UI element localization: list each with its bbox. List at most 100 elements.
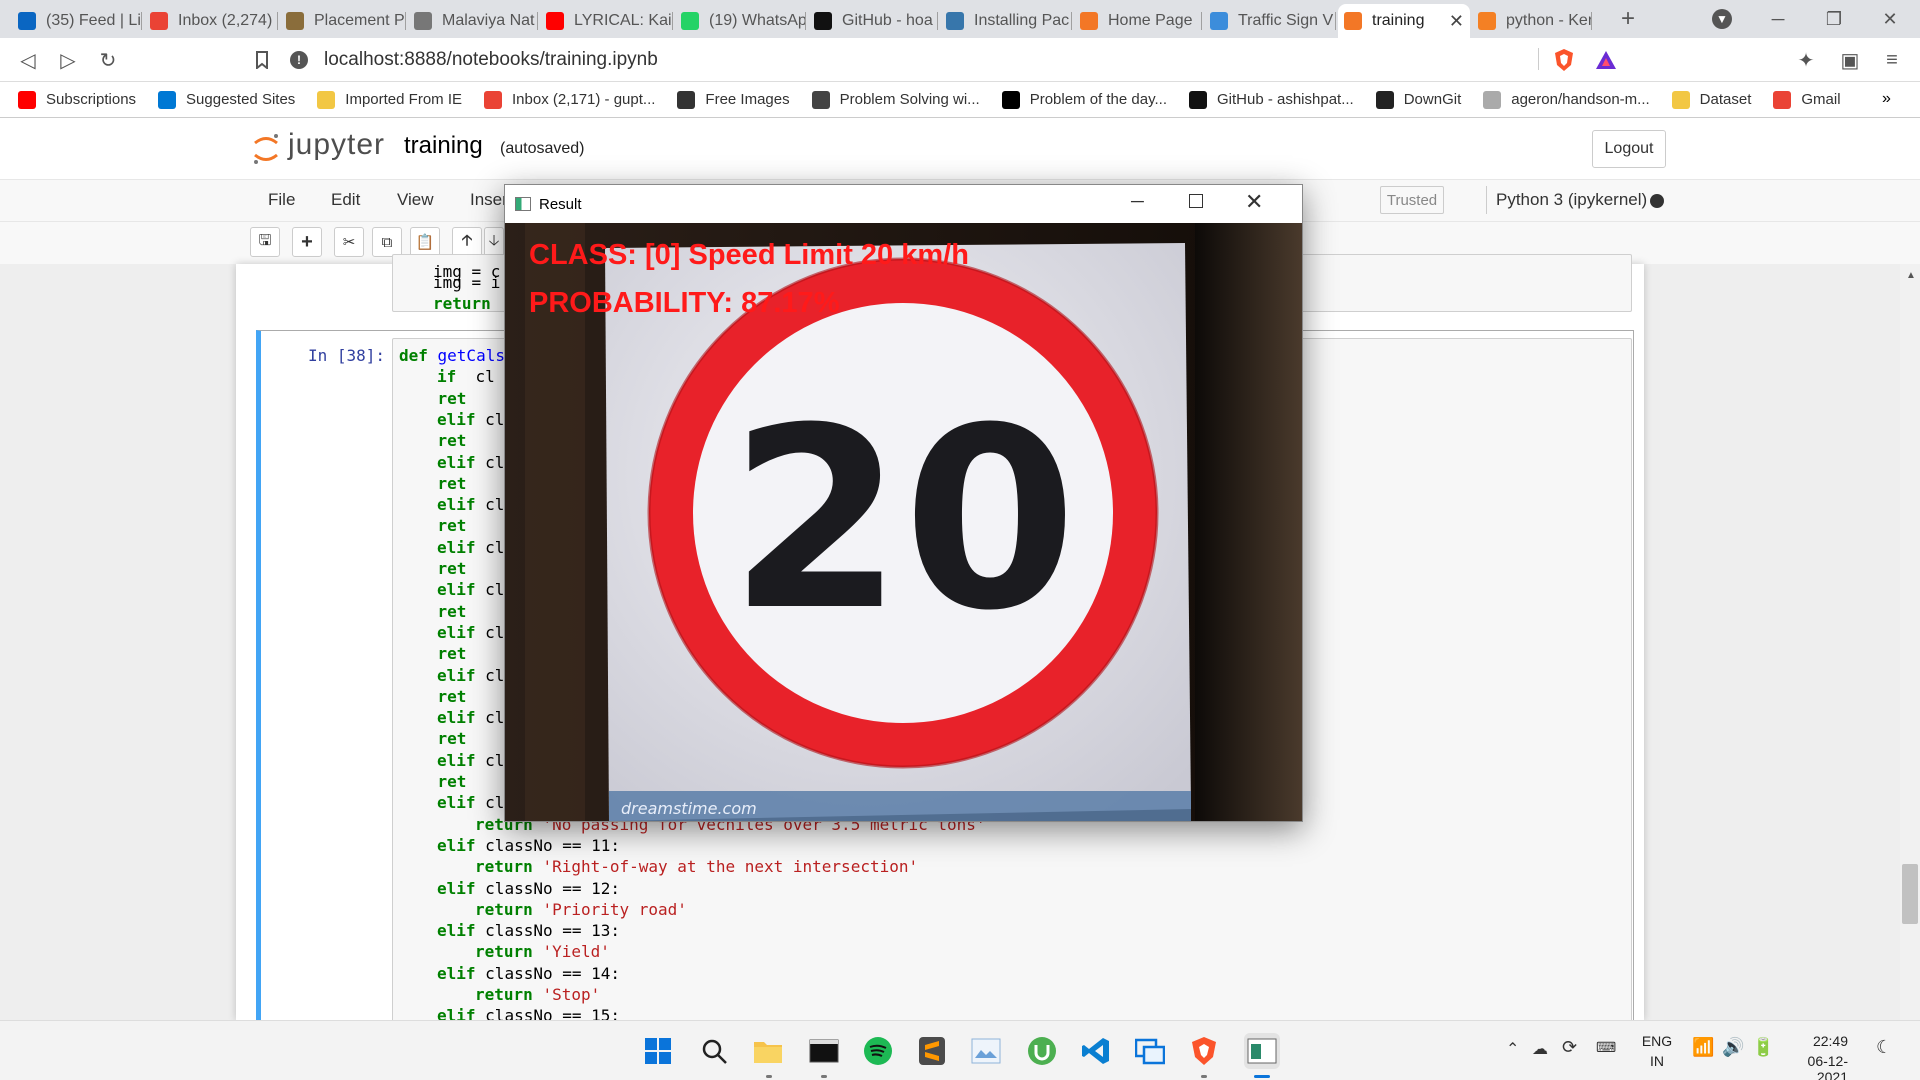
show-hidden-icons-icon[interactable]: ⌃	[1506, 1039, 1519, 1059]
sync-icon[interactable]: ⟳	[1562, 1037, 1577, 1058]
bookmark-item[interactable]: Dataset	[1671, 90, 1752, 109]
bookmark-item[interactable]: Inbox (2,171) - gupt...	[484, 90, 655, 109]
language-top[interactable]: ENG	[1640, 1033, 1674, 1049]
move-down-icon[interactable]: 🡣	[484, 227, 504, 257]
url-field[interactable]: ! localhost:8888/notebooks/training.ipyn…	[290, 44, 1550, 76]
browser-menu-icon[interactable]: ≡	[1878, 46, 1906, 74]
code-line: return 'Priority road'	[475, 899, 687, 919]
restore-icon[interactable]: ❐	[1806, 0, 1862, 38]
browser-tab[interactable]: Malaviya Nat	[408, 4, 538, 38]
bookmark-item[interactable]: Subscriptions	[18, 90, 136, 109]
url-text: localhost:8888/notebooks/training.ipynb	[324, 49, 658, 70]
bookmarks-overflow-button[interactable]: »	[1882, 90, 1891, 108]
bookmark-icon[interactable]	[248, 46, 276, 74]
language-bottom[interactable]: IN	[1640, 1053, 1674, 1069]
extensions-icon[interactable]: ✦	[1792, 46, 1820, 74]
sublime-icon[interactable]	[914, 1033, 950, 1069]
menu-insert[interactable]: Inser	[470, 190, 508, 210]
start-icon[interactable]	[640, 1033, 676, 1069]
bookmark-item[interactable]: Suggested Sites	[158, 90, 295, 109]
bookmark-label: Dataset	[1699, 91, 1752, 108]
result-window-titlebar[interactable]: Result ─ ✕	[505, 185, 1302, 223]
wallet-icon[interactable]: ▣	[1836, 46, 1864, 74]
paste-icon[interactable]: 📋	[410, 227, 440, 257]
menu-edit[interactable]: Edit	[331, 190, 360, 210]
brave-rewards-icon[interactable]	[1592, 46, 1620, 74]
page-scrollbar[interactable]: ▲	[1900, 264, 1920, 1020]
logout-button[interactable]: Logout	[1592, 130, 1666, 168]
browser-tab[interactable]: GitHub - hoa	[808, 4, 938, 38]
save-icon[interactable]: 🖫	[250, 227, 280, 257]
minimize-icon[interactable]: ─	[1750, 0, 1806, 38]
code-line: elif cl	[437, 622, 505, 642]
minimize-icon[interactable]: ─	[1131, 191, 1144, 212]
jupyter-logo-icon[interactable]	[252, 132, 280, 166]
copy-icon[interactable]: ⧉	[372, 227, 402, 257]
tab-divider	[277, 12, 278, 30]
bookmark-item[interactable]: Problem of the day...	[1001, 90, 1167, 109]
code-line: ret	[399, 516, 467, 536]
close-icon[interactable]: ✕	[1245, 189, 1263, 215]
clock-time[interactable]: 22:49	[1788, 1033, 1848, 1049]
bookmark-item[interactable]: Free Images	[677, 90, 790, 109]
battery-icon[interactable]: 🔋	[1752, 1037, 1774, 1058]
result-window-icon[interactable]	[1244, 1033, 1280, 1069]
kernel-name[interactable]: Python 3 (ipykernel)	[1496, 190, 1647, 210]
tab-search-icon[interactable]: ▼	[1694, 0, 1750, 38]
back-icon[interactable]: ◁	[14, 46, 42, 74]
spotify-icon[interactable]	[860, 1033, 896, 1069]
menu-file[interactable]: File	[268, 190, 295, 210]
bookmark-item[interactable]: GitHub - ashishpat...	[1188, 90, 1354, 109]
terminal-icon[interactable]	[806, 1033, 842, 1069]
file-explorer-icon[interactable]	[750, 1033, 786, 1069]
browser-tab[interactable]: Home Page	[1074, 4, 1202, 38]
clock-date[interactable]: 06-12-2021	[1788, 1053, 1848, 1080]
move-up-icon[interactable]: 🡡	[452, 227, 482, 257]
scrollbar-thumb[interactable]	[1902, 864, 1918, 924]
utorrent-icon[interactable]	[1024, 1033, 1060, 1069]
browser-tab[interactable]: training ✕	[1338, 4, 1470, 38]
volume-icon[interactable]: 🔊	[1722, 1037, 1744, 1058]
wifi-icon[interactable]: 📶	[1692, 1037, 1714, 1058]
menu-view[interactable]: View	[397, 190, 434, 210]
forward-icon[interactable]: ▷	[54, 46, 82, 74]
browser-tab[interactable]: Installing Pac	[940, 4, 1072, 38]
bookmark-item[interactable]: Imported From IE	[317, 90, 462, 109]
keyboard-icon[interactable]: ⌨	[1596, 1039, 1616, 1056]
search-icon[interactable]	[696, 1033, 732, 1069]
insert-cell-icon[interactable]: +	[292, 227, 322, 257]
screen-share-icon[interactable]	[1132, 1033, 1168, 1069]
close-icon[interactable]: ✕	[1862, 0, 1918, 38]
tab-divider	[405, 12, 406, 30]
code-line: ret	[399, 559, 467, 578]
browser-tab[interactable]: Placement Pc	[280, 4, 406, 38]
new-tab-button[interactable]: +	[1600, 0, 1656, 38]
close-tab-icon[interactable]: ✕	[1441, 11, 1464, 32]
code-line: ret	[399, 686, 467, 706]
brave-shields-icon[interactable]	[1550, 46, 1578, 74]
browser-tab[interactable]: Traffic Sign V	[1204, 4, 1336, 38]
bookmark-item[interactable]: DownGit	[1375, 90, 1461, 109]
scroll-up-icon[interactable]: ▲	[1906, 270, 1916, 281]
browser-tab[interactable]: python - Ker	[1472, 4, 1592, 38]
onedrive-icon[interactable]: ☁	[1532, 1039, 1548, 1059]
folder-icon	[317, 90, 336, 109]
bookmark-item[interactable]: Problem Solving wi...	[811, 90, 980, 109]
bookmark-item[interactable]: Gmail	[1773, 90, 1841, 109]
notifications-icon[interactable]: ☾	[1876, 1037, 1892, 1058]
trusted-indicator[interactable]: Trusted	[1380, 186, 1444, 214]
browser-tab[interactable]: (35) Feed | Li	[12, 4, 142, 38]
vscode-icon[interactable]	[1078, 1033, 1114, 1069]
cut-icon[interactable]: ✂	[334, 227, 364, 257]
browser-tab[interactable]: LYRICAL: Kais	[540, 4, 673, 38]
browser-tab[interactable]: Inbox (2,274)	[144, 4, 278, 38]
photos-icon[interactable]	[968, 1033, 1004, 1069]
browser-tab[interactable]: (19) WhatsAp	[675, 4, 806, 38]
reload-icon[interactable]: ↻	[94, 46, 122, 74]
bookmark-label: Free Images	[705, 91, 790, 108]
bookmark-item[interactable]: ageron/handson-m...	[1483, 90, 1650, 109]
site-info-icon[interactable]: !	[290, 51, 308, 69]
notebook-name[interactable]: training	[404, 132, 483, 160]
maximize-icon[interactable]	[1189, 194, 1203, 208]
brave-icon[interactable]	[1186, 1033, 1222, 1069]
